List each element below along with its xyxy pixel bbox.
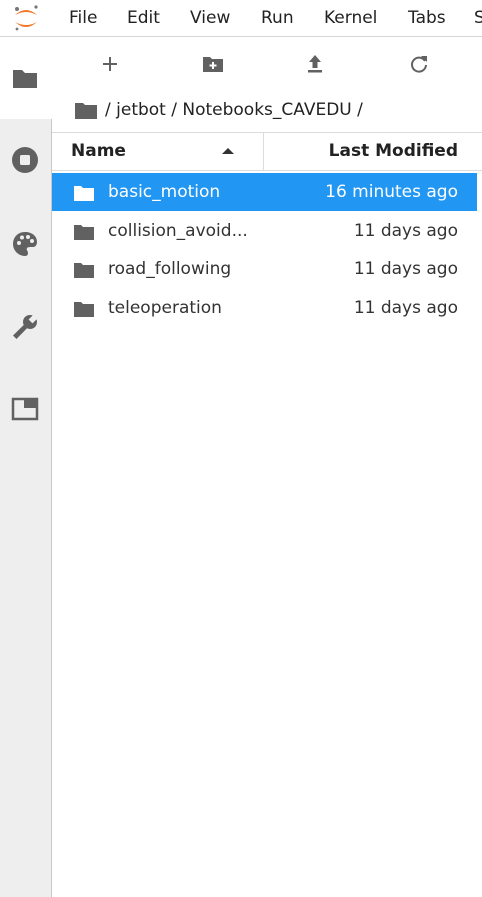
new-launcher-button[interactable]	[95, 50, 125, 78]
menu-settings-truncated[interactable]: S	[474, 0, 482, 36]
new-folder-button[interactable]	[198, 50, 228, 78]
file-name: teleoperation	[108, 298, 222, 318]
menu-bar: File Edit View Run Kernel Tabs S	[0, 0, 482, 37]
list-item[interactable]: collision_avoid... 11 days ago	[52, 212, 477, 250]
list-item[interactable]: basic_motion 16 minutes ago	[52, 173, 477, 211]
jupyter-logo-icon[interactable]	[11, 3, 41, 33]
left-sidebar	[0, 37, 52, 897]
new-folder-icon	[203, 57, 223, 72]
column-name-header[interactable]: Name	[71, 133, 126, 170]
file-name: basic_motion	[108, 182, 221, 202]
sort-ascending-icon[interactable]	[222, 147, 234, 155]
menu-edit[interactable]: Edit	[127, 0, 160, 36]
refresh-button[interactable]	[404, 50, 434, 78]
upload-button[interactable]	[300, 50, 330, 78]
menu-file[interactable]: File	[69, 0, 97, 36]
list-item[interactable]: teleoperation 11 days ago	[52, 289, 477, 327]
file-modified: 11 days ago	[353, 221, 458, 241]
folder-icon	[74, 263, 94, 278]
home-folder-icon[interactable]	[74, 100, 98, 120]
file-modified: 16 minutes ago	[325, 182, 458, 202]
menu-run[interactable]: Run	[261, 0, 294, 36]
upload-icon	[308, 55, 322, 73]
folder-icon[interactable]	[10, 63, 40, 93]
stop-circle-icon[interactable]	[10, 145, 40, 175]
folder-icon	[74, 302, 94, 317]
palette-icon[interactable]	[10, 229, 40, 259]
menu-kernel[interactable]: Kernel	[324, 0, 377, 36]
breadcrumb-path[interactable]: / jetbot / Notebooks_CAVEDU /	[105, 100, 363, 120]
list-item[interactable]: road_following 11 days ago	[52, 250, 477, 288]
column-modified-header[interactable]: Last Modified	[329, 133, 458, 170]
column-resizer[interactable]	[263, 133, 264, 170]
menu-tabs[interactable]: Tabs	[408, 0, 446, 36]
breadcrumb: / jetbot / Notebooks_CAVEDU /	[74, 96, 363, 124]
folder-icon	[74, 225, 94, 240]
folder-icon	[74, 186, 94, 201]
file-modified: 11 days ago	[353, 259, 458, 279]
new-launcher-icon	[103, 57, 117, 71]
menu-view[interactable]: View	[190, 0, 230, 36]
wrench-icon[interactable]	[10, 312, 40, 342]
refresh-icon	[411, 56, 427, 73]
tab-window-icon[interactable]	[10, 394, 40, 424]
file-modified: 11 days ago	[353, 298, 458, 318]
file-name: road_following	[108, 259, 232, 279]
file-list-header: Name Last Modified	[52, 132, 482, 171]
file-name: collision_avoid...	[108, 221, 248, 241]
